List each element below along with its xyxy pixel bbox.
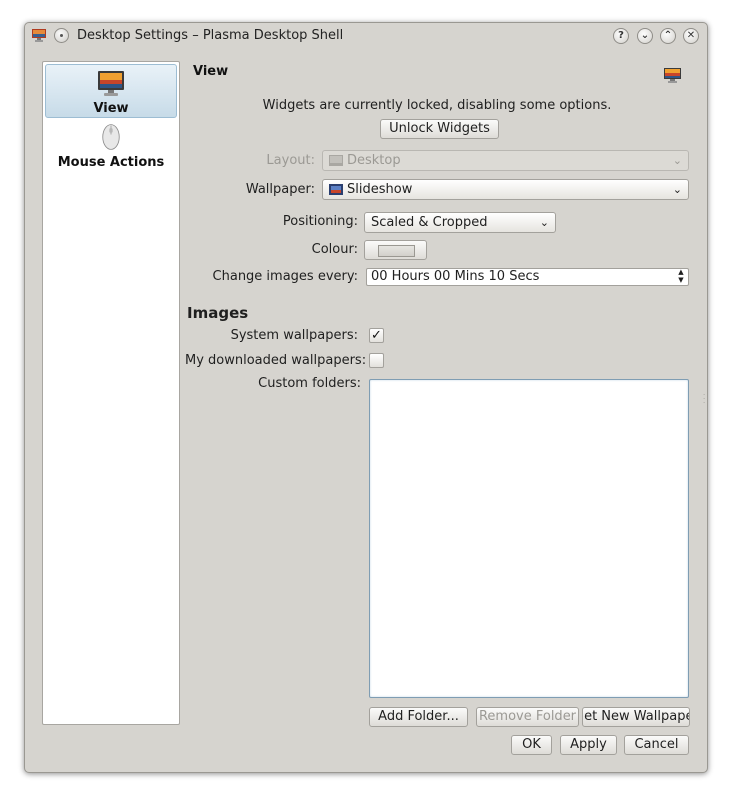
wallpaper-label: Wallpaper: (245, 182, 315, 197)
desktop-settings-window: Desktop Settings – Plasma Desktop Shell … (24, 22, 708, 773)
minimize-button[interactable]: ⌄ (637, 28, 653, 44)
change-images-spinbox[interactable]: 00 Hours 00 Mins 10 Secs ▲ ▼ (366, 268, 689, 286)
get-new-wallpapers-button[interactable]: Get New Wallpapers (582, 707, 690, 727)
images-heading: Images (187, 304, 249, 322)
downloaded-wallpapers-checkbox[interactable] (369, 353, 384, 368)
locked-message: Widgets are currently locked, disabling … (262, 98, 612, 113)
custom-folders-list[interactable] (369, 379, 689, 698)
unlock-widgets-button[interactable]: Unlock Widgets (380, 119, 499, 139)
resize-grip-icon[interactable]: · · · (703, 392, 706, 407)
change-images-label: Change images every: (212, 269, 358, 284)
colour-button[interactable] (364, 240, 427, 260)
layout-value: Desktop (347, 153, 401, 168)
layout-label: Layout: (266, 153, 315, 168)
apply-button[interactable]: Apply (560, 735, 617, 755)
add-folder-button[interactable]: Add Folder... (369, 707, 468, 727)
positioning-combo[interactable]: Scaled & Cropped ⌄ (364, 212, 556, 233)
sidebar-item-mouse-actions[interactable]: Mouse Actions (45, 120, 177, 174)
maximize-button[interactable]: ⌃ (660, 28, 676, 44)
positioning-label: Positioning: (282, 214, 358, 229)
custom-folders-label: Custom folders: (258, 376, 361, 391)
wallpaper-combo[interactable]: Slideshow ⌄ (322, 179, 689, 200)
change-images-value: 00 Hours 00 Mins 10 Secs (371, 269, 540, 284)
monitor-wallpaper-icon (98, 71, 124, 96)
help-button[interactable]: ? (613, 28, 629, 44)
colour-swatch (378, 245, 415, 257)
spin-arrows-icon[interactable]: ▲ ▼ (676, 268, 686, 284)
colour-label: Colour: (311, 242, 358, 257)
sidebar-item-label: Mouse Actions (57, 155, 165, 170)
app-icon[interactable] (32, 29, 46, 42)
slideshow-icon (329, 184, 343, 195)
pin-button[interactable] (54, 28, 69, 43)
chevron-down-icon: ⌄ (672, 154, 682, 167)
positioning-value: Scaled & Cropped (371, 215, 488, 230)
sidebar: View Mouse Actions (42, 61, 180, 725)
wallpaper-value: Slideshow (347, 182, 413, 197)
page-title: View (193, 64, 229, 79)
desktop-icon (329, 155, 343, 166)
ok-button[interactable]: OK (511, 735, 552, 755)
monitor-wallpaper-icon (664, 68, 681, 83)
layout-combo: Desktop ⌄ (322, 150, 689, 171)
chevron-down-icon: ⌄ (539, 216, 549, 229)
mouse-icon (102, 124, 120, 150)
title-bar[interactable]: Desktop Settings – Plasma Desktop Shell … (25, 23, 707, 51)
downloaded-wallpapers-label: My downloaded wallpapers: (185, 353, 367, 368)
system-wallpapers-checkbox[interactable]: ✓ (369, 328, 384, 343)
window-title: Desktop Settings – Plasma Desktop Shell (77, 28, 344, 43)
sidebar-item-label: View (93, 101, 129, 116)
cancel-button[interactable]: Cancel (624, 735, 689, 755)
sidebar-item-view[interactable]: View (45, 64, 177, 118)
chevron-down-icon: ⌄ (672, 183, 682, 196)
close-button[interactable]: ✕ (683, 28, 699, 44)
remove-folder-button: Remove Folder (476, 707, 579, 727)
system-wallpapers-label: System wallpapers: (230, 328, 358, 343)
